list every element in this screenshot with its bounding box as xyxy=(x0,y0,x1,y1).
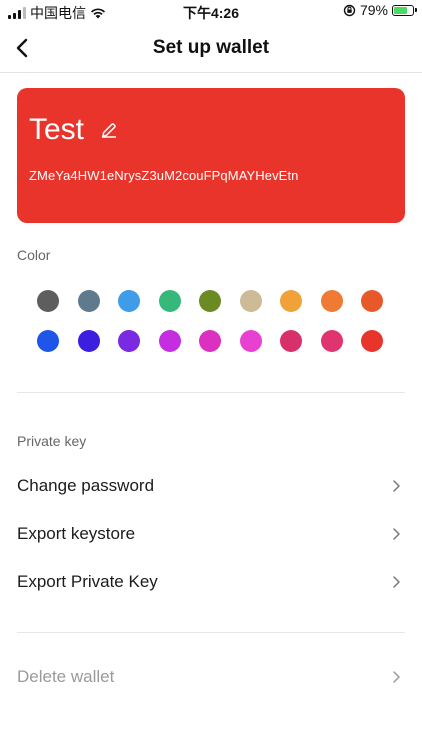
export-private-key-item[interactable]: Export Private Key xyxy=(17,562,405,602)
color-section-label: Color xyxy=(17,247,51,263)
private-key-section-label: Private key xyxy=(17,433,87,449)
status-right: 79% xyxy=(343,2,417,18)
chevron-right-icon xyxy=(393,480,400,492)
color-swatch[interactable] xyxy=(361,290,383,312)
divider xyxy=(17,392,405,393)
color-swatch[interactable] xyxy=(77,330,100,352)
wallet-card: Test ZMeYa4HW1eNrysZ3uM2couFPqMAYHevEtn xyxy=(17,88,405,223)
wallet-address: ZMeYa4HW1eNrysZ3uM2couFPqMAYHevEtn xyxy=(29,168,299,183)
battery-icon xyxy=(392,4,417,16)
orientation-lock-icon xyxy=(343,4,356,16)
color-swatch[interactable] xyxy=(199,290,221,312)
chevron-right-icon xyxy=(393,671,400,683)
color-swatch[interactable] xyxy=(37,330,59,352)
color-swatch[interactable] xyxy=(118,330,140,352)
color-swatch[interactable] xyxy=(239,330,262,352)
color-swatch[interactable] xyxy=(361,330,383,352)
color-swatch[interactable] xyxy=(77,290,100,312)
color-swatch[interactable] xyxy=(320,290,343,312)
nav-bar: Set up wallet xyxy=(0,24,422,73)
menu-item-label: Export keystore xyxy=(17,524,136,543)
color-swatch[interactable] xyxy=(199,330,221,352)
divider xyxy=(17,632,405,633)
change-password-item[interactable]: Change password xyxy=(17,466,405,506)
menu-item-label: Change password xyxy=(17,476,155,495)
delete-wallet-item[interactable]: Delete wallet xyxy=(17,657,405,697)
chevron-right-icon xyxy=(393,528,400,540)
color-swatch[interactable] xyxy=(158,330,181,352)
color-swatch[interactable] xyxy=(280,330,302,352)
menu-item-label: Export Private Key xyxy=(17,572,158,591)
color-swatch[interactable] xyxy=(320,330,343,352)
edit-name-icon[interactable] xyxy=(100,121,118,139)
color-swatch[interactable] xyxy=(239,290,262,312)
wallet-name: Test xyxy=(29,113,85,146)
page-title: Set up wallet xyxy=(152,37,270,58)
export-keystore-item[interactable]: Export keystore xyxy=(17,514,405,554)
color-swatch[interactable] xyxy=(118,290,140,312)
chevron-right-icon xyxy=(393,576,400,588)
wallet-name-row: Test xyxy=(29,113,118,147)
color-swatch[interactable] xyxy=(158,290,181,312)
color-swatch[interactable] xyxy=(280,290,302,312)
battery-percent: 79% xyxy=(359,2,388,18)
delete-wallet-label: Delete wallet xyxy=(17,667,115,686)
status-bar: 中国电信 下午4:26 79% xyxy=(0,0,422,24)
screen: 中国电信 下午4:26 79% Set up wallet Test ZMeYa… xyxy=(0,0,422,750)
color-swatch[interactable] xyxy=(37,290,59,312)
